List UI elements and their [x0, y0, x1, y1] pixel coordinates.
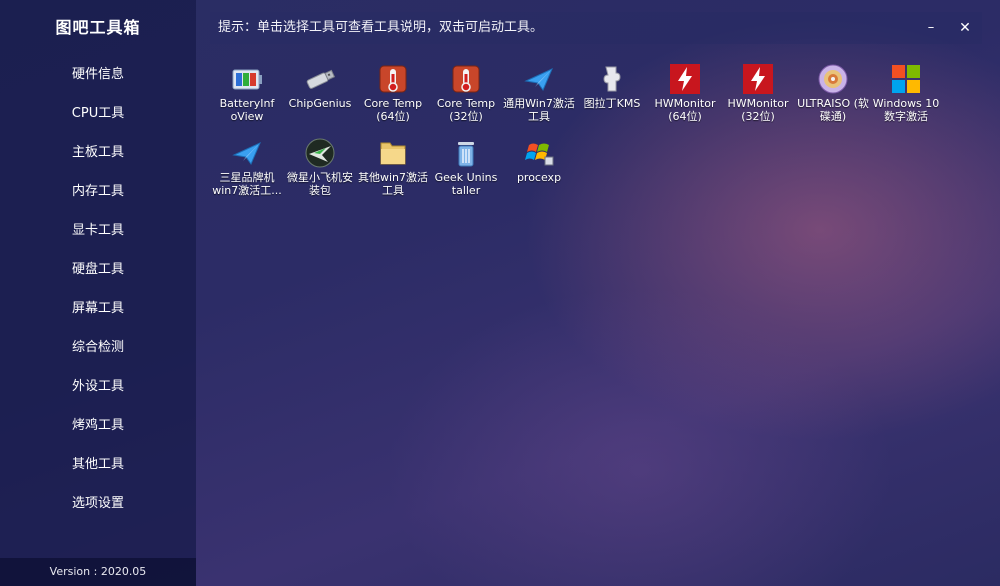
tool-batteryinfoview[interactable]: BatteryInf oView: [210, 63, 284, 135]
disc-icon: [818, 64, 848, 94]
tool-other-win7-activators[interactable]: 其他win7激活 工具: [356, 137, 430, 209]
usb-drive-icon: [306, 69, 336, 89]
sidebar-item-stress-tools[interactable]: 烤鸡工具: [0, 410, 196, 442]
folder-icon: [380, 142, 406, 165]
sidebar-item-settings[interactable]: 选项设置: [0, 488, 196, 520]
sidebar-item-comprehensive-test[interactable]: 综合检测: [0, 332, 196, 364]
tool-chipgenius[interactable]: ChipGenius: [283, 63, 357, 135]
tool-label: procexp: [516, 171, 562, 184]
tool-windows10-activation[interactable]: Windows 10 数字激活: [869, 63, 943, 135]
app-title: 图吧工具箱: [55, 18, 141, 37]
tool-label: Core Temp (32位): [436, 97, 496, 123]
tool-hwmonitor-32[interactable]: HWMonitor (32位): [721, 63, 795, 135]
tool-label: 微星小飞机安 装包: [287, 171, 353, 197]
sidebar-item-peripheral-tools[interactable]: 外设工具: [0, 371, 196, 403]
tool-win7-activator[interactable]: 通用Win7激活 工具: [502, 63, 576, 135]
sidebar-item-cpu-tools[interactable]: CPU工具: [0, 98, 196, 130]
sidebar-item-screen-tools[interactable]: 屏幕工具: [0, 293, 196, 325]
windows-logo-icon: [892, 65, 920, 93]
tool-label: BatteryInf oView: [219, 97, 275, 123]
tool-label: 其他win7激活 工具: [357, 171, 429, 197]
sidebar-item-motherboard-tools[interactable]: 主板工具: [0, 137, 196, 169]
tool-procexp[interactable]: procexp: [502, 137, 576, 209]
tool-geek-uninstaller[interactable]: Geek Unins taller: [429, 137, 503, 209]
minimize-button[interactable]: –: [914, 12, 948, 44]
tool-coretemp-32[interactable]: Core Temp (32位): [429, 63, 503, 135]
tool-label: Geek Unins taller: [434, 171, 498, 197]
sidebar-item-disk-tools[interactable]: 硬盘工具: [0, 254, 196, 286]
thermometer-icon: [452, 65, 480, 93]
tool-label: 图拉丁KMS: [583, 97, 641, 110]
puzzle-icon: [603, 66, 621, 92]
tool-hwmonitor-64[interactable]: HWMonitor (64位): [648, 63, 722, 135]
thermometer-icon: [379, 65, 407, 93]
tool-coretemp-64[interactable]: Core Temp (64位): [356, 63, 430, 135]
trash-icon: [458, 142, 474, 167]
hint-text: 提示：单击选择工具可查看工具说明，双击可启动工具。: [218, 20, 544, 35]
sidebar-item-other-tools[interactable]: 其他工具: [0, 449, 196, 481]
process-explorer-icon: [525, 143, 554, 166]
battery-icon: [232, 69, 262, 90]
tool-label: HWMonitor (32位): [727, 97, 789, 123]
sidebar-item-memory-tools[interactable]: 内存工具: [0, 176, 196, 208]
version-label: Version : 2020.05: [0, 558, 196, 586]
tool-samsung-win7-activator[interactable]: 三星品牌机 win7激活工...: [210, 137, 284, 209]
tool-ultraiso[interactable]: ULTRAISO (软 碟通): [796, 63, 870, 135]
sidebar: 图吧工具箱 硬件信息 CPU工具 主板工具 内存工具 显卡工具 硬盘工具 屏幕工…: [0, 0, 196, 586]
paper-plane-icon: [232, 142, 261, 166]
tool-tuladin-kms[interactable]: 图拉丁KMS: [575, 63, 649, 135]
close-button[interactable]: ✕: [948, 12, 982, 44]
hwmonitor-icon: [743, 64, 773, 94]
afterburner-icon: [305, 138, 335, 168]
tool-label: Core Temp (64位): [363, 97, 423, 123]
sidebar-item-gpu-tools[interactable]: 显卡工具: [0, 215, 196, 247]
tool-label: 三星品牌机 win7激活工...: [212, 171, 282, 197]
hwmonitor-icon: [670, 64, 700, 94]
tool-label: ULTRAISO (软 碟通): [797, 97, 869, 123]
tool-label: Windows 10 数字激活: [872, 97, 940, 123]
tool-label: ChipGenius: [288, 97, 352, 110]
hint-bar: 提示：单击选择工具可查看工具说明，双击可启动工具。 – ✕: [210, 12, 982, 44]
tool-msi-afterburner[interactable]: 微星小飞机安 装包: [283, 137, 357, 209]
tool-label: HWMonitor (64位): [654, 97, 716, 123]
sidebar-item-hardware-info[interactable]: 硬件信息: [0, 59, 196, 91]
paper-plane-icon: [524, 68, 553, 92]
tool-label: 通用Win7激活 工具: [503, 97, 575, 123]
